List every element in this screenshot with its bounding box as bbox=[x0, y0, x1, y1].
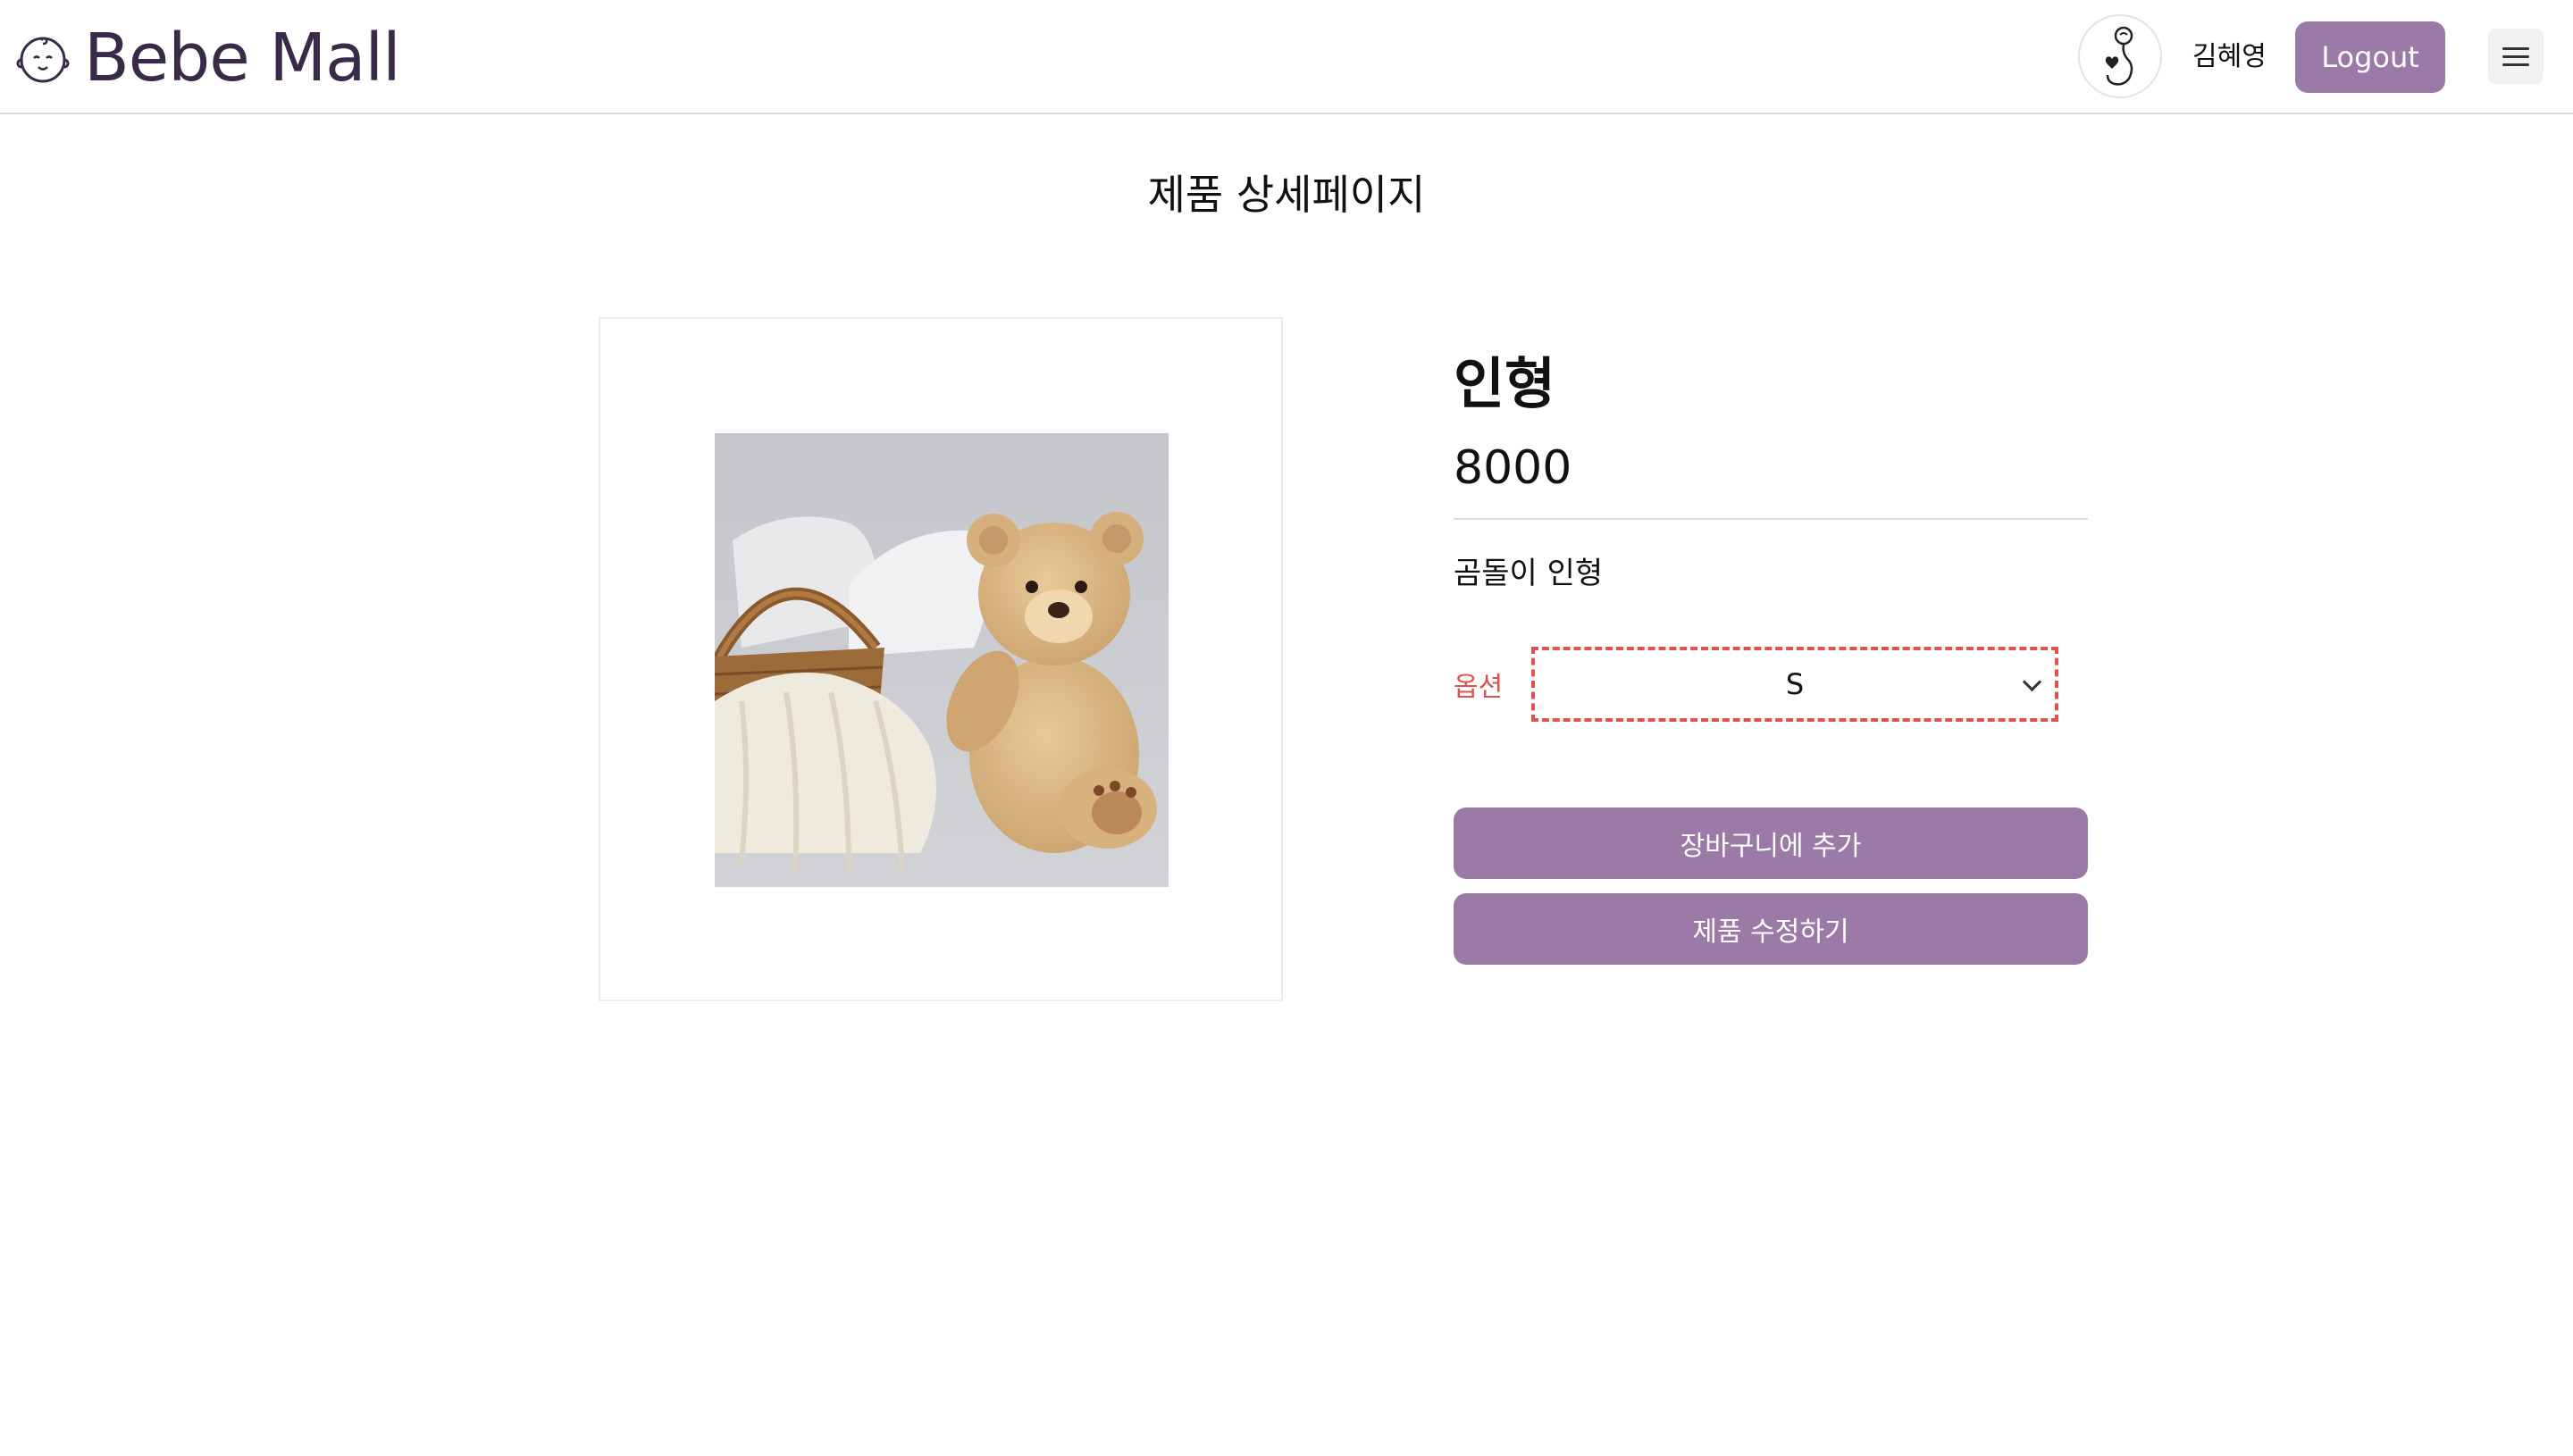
top-navbar: Bebe Mall 김혜영 Logout bbox=[0, 0, 2573, 114]
user-avatar[interactable] bbox=[2078, 14, 2162, 98]
brand-name: Bebe Mall bbox=[84, 20, 401, 96]
hamburger-menu-icon[interactable] bbox=[2488, 29, 2544, 84]
option-select[interactable]: S bbox=[1531, 647, 2058, 722]
product-image-card bbox=[599, 317, 1283, 1001]
product-price: 8000 bbox=[1454, 441, 1572, 495]
chevron-down-icon bbox=[2022, 672, 2042, 692]
baby-face-icon bbox=[16, 37, 70, 83]
product-image bbox=[715, 433, 1169, 887]
brand-logo-link[interactable]: Bebe Mall bbox=[14, 20, 401, 96]
menu-bar bbox=[2502, 46, 2529, 50]
product-detail-panel: 인형 8000 곰돌이 인형 옵션 S 장바구니에 추가 제품 수정하기 bbox=[1454, 348, 2088, 965]
product-name: 인형 bbox=[1454, 351, 1556, 416]
page-title: 제품 상세페이지 bbox=[1147, 171, 1426, 219]
edit-product-button[interactable]: 제품 수정하기 bbox=[1454, 893, 2088, 965]
add-to-cart-button[interactable]: 장바구니에 추가 bbox=[1454, 807, 2088, 879]
product-description: 곰돌이 인형 bbox=[1454, 556, 1604, 591]
baby-avatar-icon bbox=[2105, 26, 2133, 86]
logout-button[interactable]: Logout bbox=[2295, 21, 2445, 93]
divider bbox=[1454, 518, 2088, 520]
option-row: 옵션 S bbox=[1454, 647, 2088, 722]
menu-bar bbox=[2502, 63, 2529, 66]
menu-bar bbox=[2502, 54, 2529, 58]
option-selected-value: S bbox=[1785, 667, 1805, 701]
option-label: 옵션 bbox=[1454, 672, 1504, 703]
user-name: 김혜영 bbox=[2192, 41, 2267, 72]
